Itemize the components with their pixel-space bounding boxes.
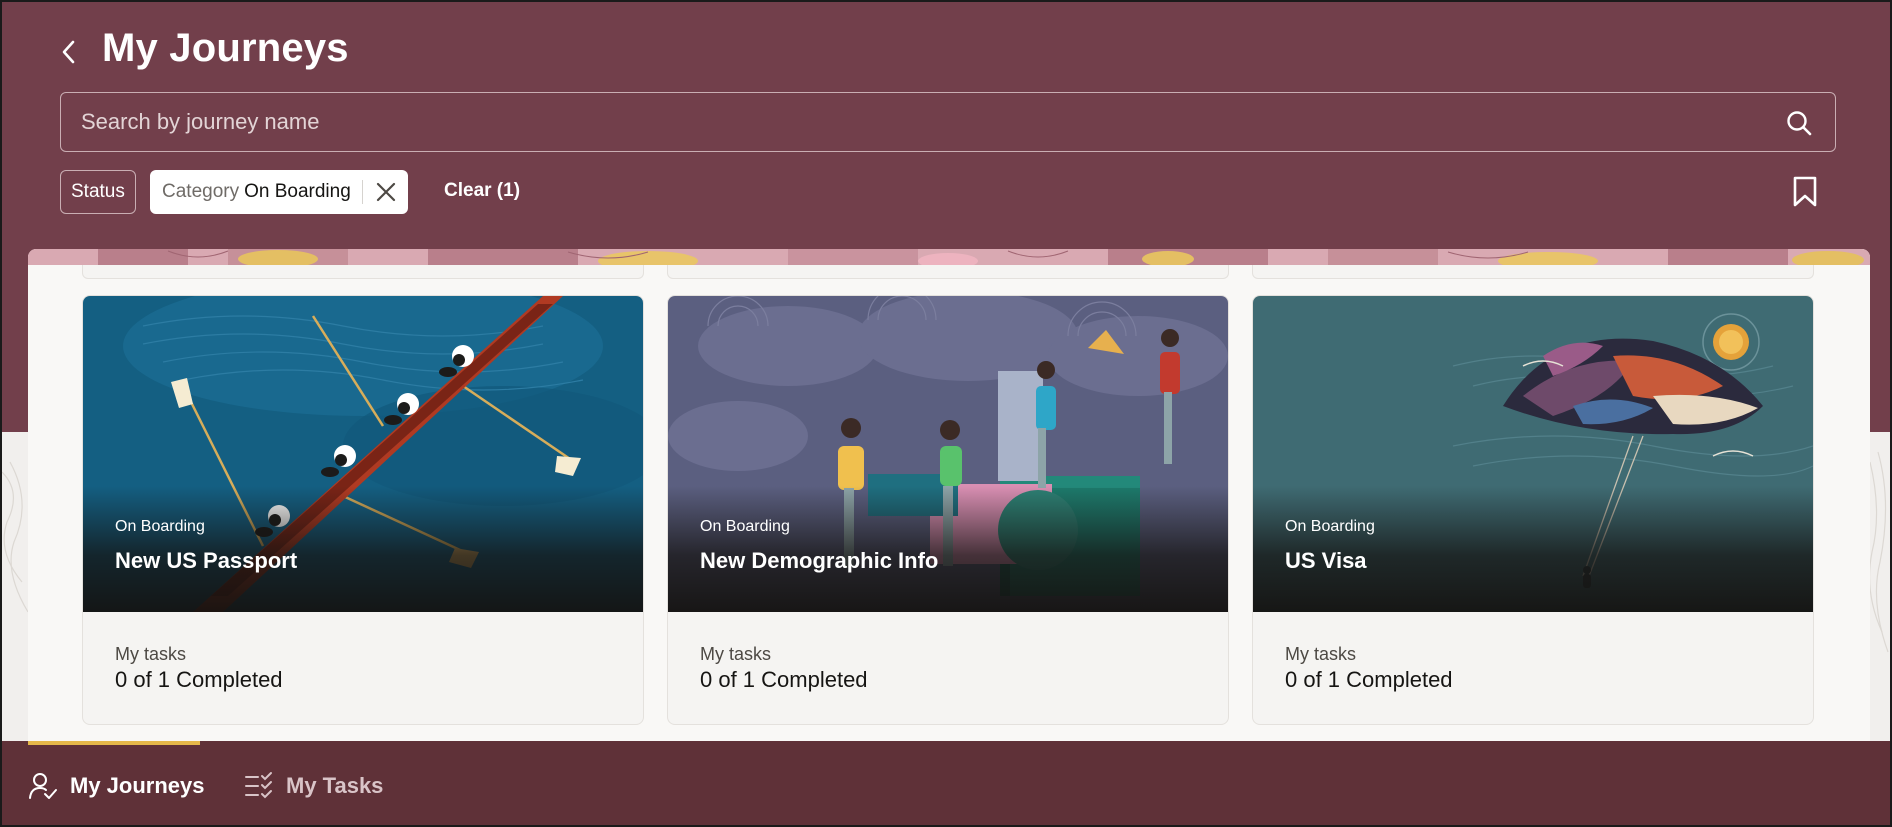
tasks-progress: 0 of 1 Completed: [115, 667, 283, 692]
active-tab-indicator: [28, 741, 200, 745]
journey-card-image: On Boarding New US Passport: [83, 296, 643, 612]
page-header: My Journeys Status Category On Boarding …: [2, 2, 1890, 242]
status-filter-chip[interactable]: Status: [60, 170, 136, 214]
search-field[interactable]: [60, 92, 1836, 152]
remove-category-filter-button[interactable]: [372, 178, 400, 206]
app-frame: My Journeys Status Category On Boarding …: [0, 0, 1892, 827]
bookmark-icon[interactable]: [1792, 176, 1818, 208]
close-icon: [376, 182, 396, 202]
journeys-panel: On Boarding New US Passport My tasks 0 o…: [28, 249, 1870, 741]
card-edge: [667, 265, 1229, 279]
user-check-icon: [29, 773, 57, 799]
decorative-banner-strip: [28, 249, 1870, 265]
category-filter-chip[interactable]: Category On Boarding: [150, 170, 408, 214]
journey-card-image: On Boarding New Demographic Info: [668, 296, 1228, 612]
journey-title: US Visa: [1285, 548, 1367, 573]
page-title: My Journeys: [102, 26, 349, 70]
category-filter-value: On Boarding: [244, 181, 351, 202]
bottom-navigation: My Journeys My Tasks: [2, 741, 1890, 825]
status-filter-label: Status: [71, 181, 125, 202]
journey-card-image: On Boarding US Visa: [1253, 296, 1813, 612]
nav-label: My Tasks: [286, 773, 384, 798]
journey-title: New US Passport: [115, 548, 298, 573]
nav-my-tasks[interactable]: My Tasks: [244, 769, 383, 803]
card-edge: [1252, 265, 1814, 279]
nav-my-journeys[interactable]: My Journeys: [28, 769, 205, 803]
journey-card[interactable]: On Boarding US Visa My tasks 0 of 1 Comp…: [1252, 295, 1814, 725]
tasks-label: My tasks: [700, 644, 772, 664]
tasks-label: My tasks: [1285, 644, 1357, 664]
clear-filters-button[interactable]: Clear (1): [444, 180, 520, 202]
category-filter-label: Category: [162, 181, 240, 202]
journey-card[interactable]: On Boarding New Demographic Info My task…: [667, 295, 1229, 725]
tasks-progress: 0 of 1 Completed: [1285, 667, 1453, 692]
journey-category: On Boarding: [700, 518, 790, 535]
search-icon[interactable]: [1785, 109, 1813, 137]
back-button[interactable]: [52, 32, 86, 72]
journey-card[interactable]: On Boarding New US Passport My tasks 0 o…: [82, 295, 644, 725]
tasks-progress: 0 of 1 Completed: [700, 667, 868, 692]
chevron-left-icon: [62, 40, 75, 64]
checklist-icon: [245, 772, 272, 799]
journey-category: On Boarding: [115, 518, 205, 535]
search-input[interactable]: [81, 93, 1761, 151]
nav-label: My Journeys: [70, 773, 205, 798]
tasks-label: My tasks: [115, 644, 187, 664]
card-edge: [82, 265, 644, 279]
journey-title: New Demographic Info: [700, 548, 939, 573]
journey-category: On Boarding: [1285, 518, 1375, 535]
chip-divider: [362, 180, 363, 204]
